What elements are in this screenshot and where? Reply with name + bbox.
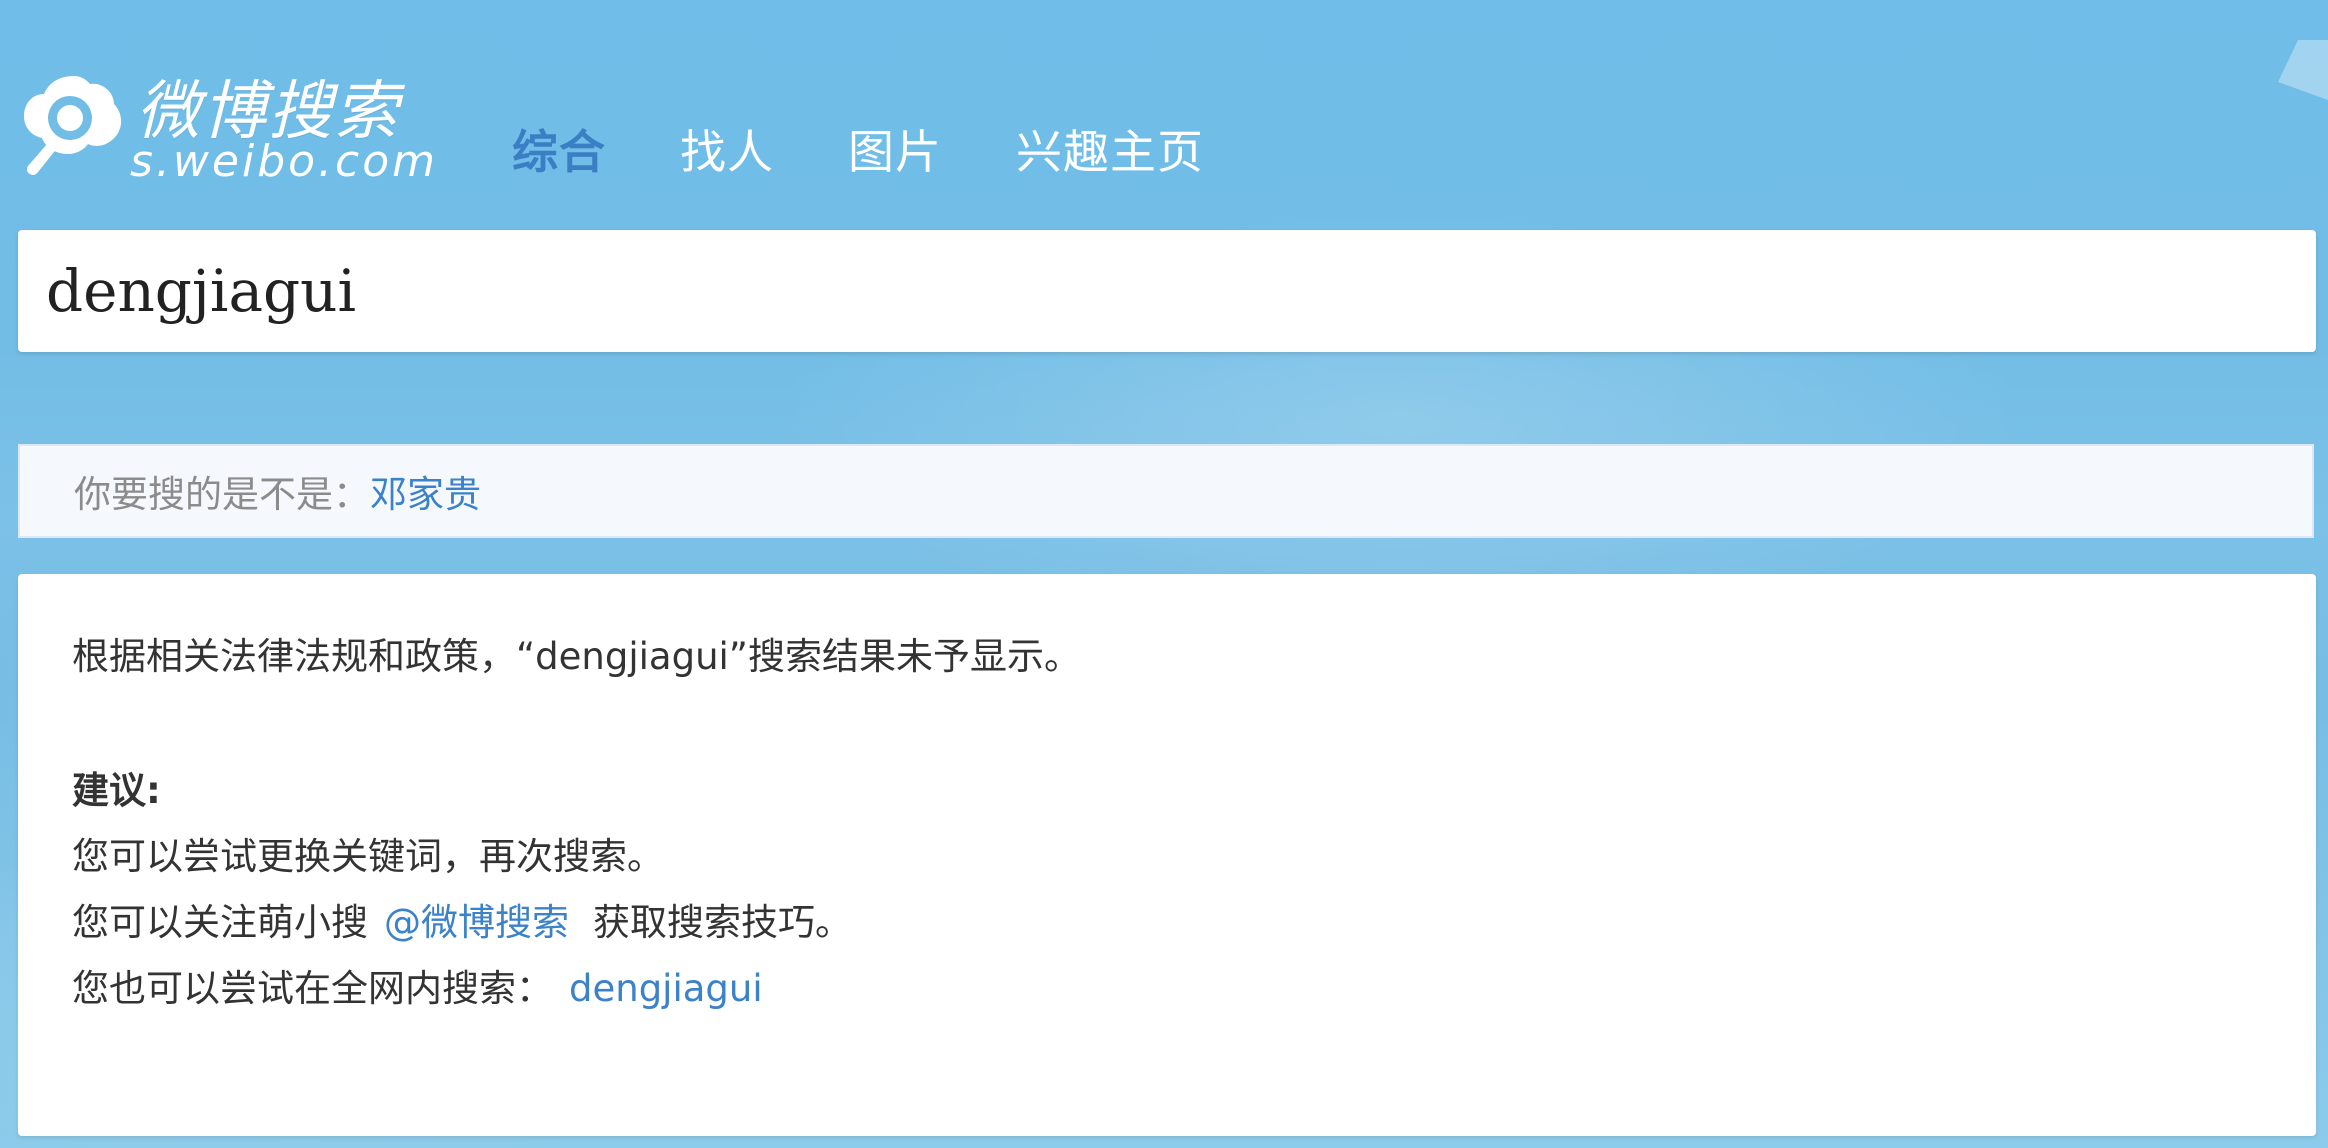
did-you-mean-label: 你要搜的是不是： xyxy=(74,473,370,516)
advice-web-search: 您也可以尝试在全网内搜索： dengjiagui xyxy=(72,958,763,1012)
tab-pictures[interactable]: 图片 xyxy=(848,116,942,182)
magnifier-cloud-icon xyxy=(24,76,122,176)
advice-follow-prefix: 您可以关注萌小搜 xyxy=(72,901,368,944)
did-you-mean-bar: 你要搜的是不是： 邓家贵 xyxy=(18,444,2314,538)
web-search-link[interactable]: dengjiagui xyxy=(569,967,763,1010)
tab-interest-pages[interactable]: 兴趣主页 xyxy=(1016,116,1204,182)
decorative-corner-shape xyxy=(2278,40,2328,100)
advice-change-keywords: 您可以尝试更换关键词，再次搜索。 xyxy=(72,826,664,880)
advice-web-search-prefix: 您也可以尝试在全网内搜索： xyxy=(72,967,553,1010)
weibo-search-account-link[interactable]: @微博搜索 xyxy=(384,901,569,944)
search-input[interactable] xyxy=(46,248,2286,334)
tab-comprehensive[interactable]: 综合 xyxy=(512,116,606,182)
advice-follow-suffix: 获取搜索技巧。 xyxy=(593,901,852,944)
did-you-mean-link[interactable]: 邓家贵 xyxy=(370,464,481,518)
search-type-tabs: 综合 找人 图片 兴趣主页 xyxy=(512,116,1278,182)
advice-change-keywords-text: 您可以尝试更换关键词，再次搜索。 xyxy=(72,835,664,878)
advice-follow-account: 您可以关注萌小搜 @微博搜索 获取搜索技巧。 xyxy=(72,892,852,946)
search-box xyxy=(18,230,2316,352)
tab-find-people[interactable]: 找人 xyxy=(680,116,774,182)
logo-domain: s.weibo.com xyxy=(130,136,438,187)
censorship-notice: 根据相关法律法规和政策，“dengjiagui”搜索结果未予显示。 xyxy=(72,635,1081,678)
result-panel: 根据相关法律法规和政策，“dengjiagui”搜索结果未予显示。 建议: 您可… xyxy=(18,574,2316,1136)
weibo-search-logo[interactable]: 微博搜索 s.weibo.com xyxy=(18,66,435,190)
advice-heading: 建议: xyxy=(72,769,161,812)
